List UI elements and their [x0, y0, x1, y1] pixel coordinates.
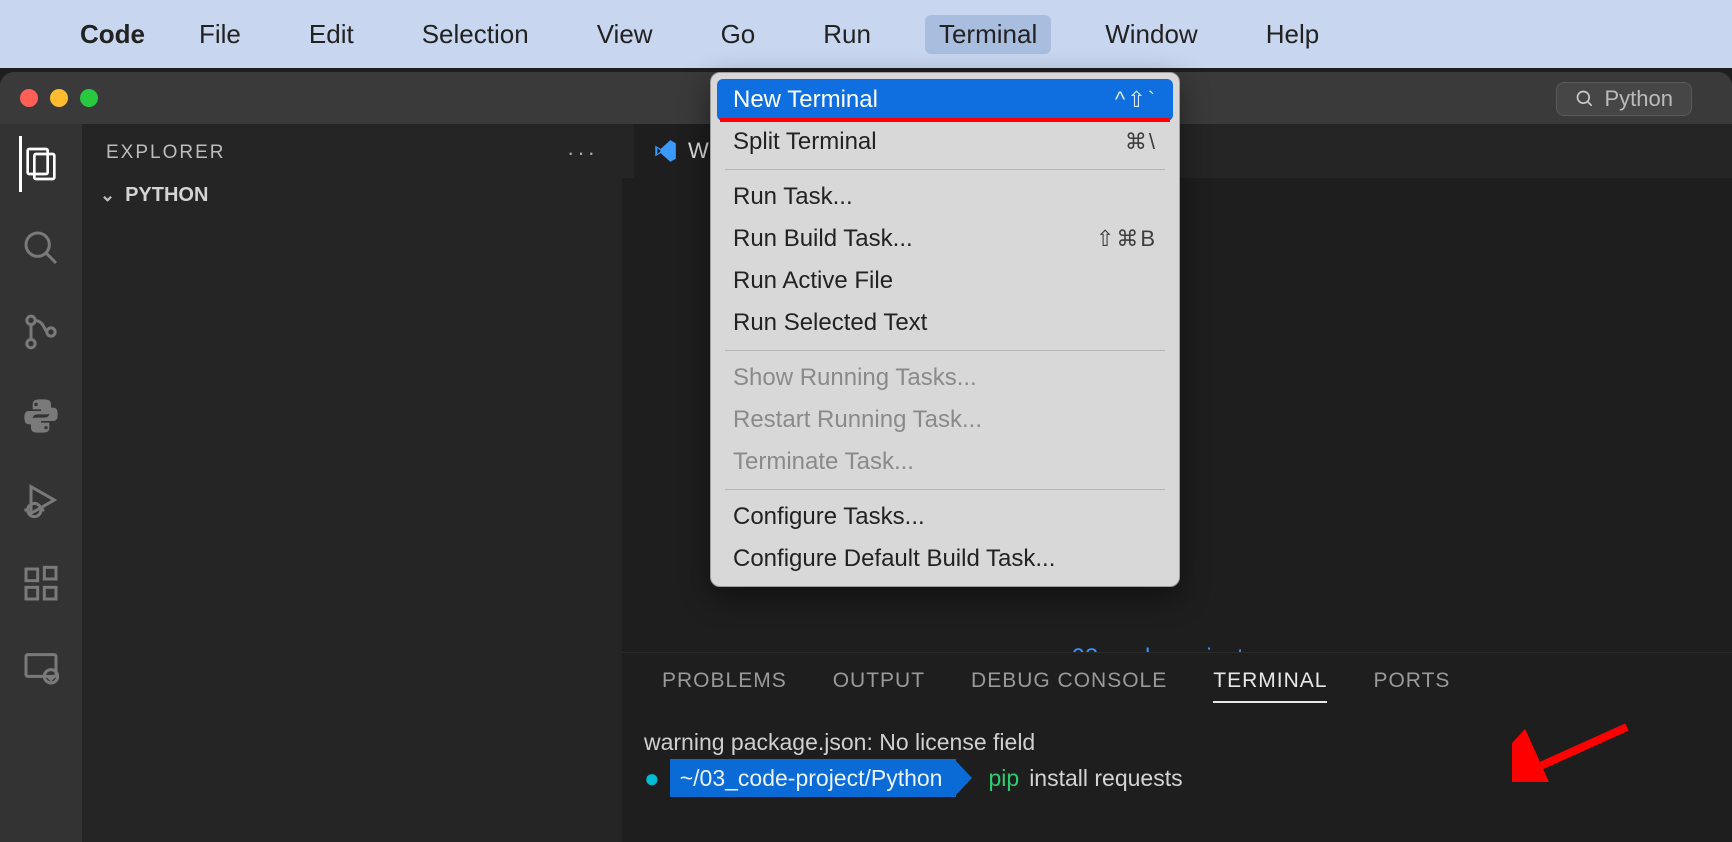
- search-placeholder-text: Python: [1605, 86, 1674, 112]
- menu-item-label: Run Build Task...: [733, 225, 913, 253]
- prompt-arrow-icon: [956, 761, 972, 795]
- menu-item-label: Configure Default Build Task...: [733, 545, 1055, 573]
- annotation-red-underline: [720, 118, 1170, 122]
- panel-tab-debug-console[interactable]: DEBUG CONSOLE: [971, 669, 1167, 703]
- prompt-path-segment: ~/03_code-project/Python: [670, 759, 957, 797]
- menu-edit[interactable]: Edit: [295, 15, 368, 54]
- panel-tab-row: PROBLEMS OUTPUT DEBUG CONSOLE TERMINAL P…: [622, 653, 1732, 703]
- macos-menubar: Code File Edit Selection View Go Run Ter…: [0, 0, 1732, 68]
- prompt-bullet-icon: ●: [644, 761, 660, 795]
- explorer-icon[interactable]: [19, 142, 63, 186]
- menu-item-label: Run Task...: [733, 183, 853, 211]
- menu-item-label: Run Selected Text: [733, 309, 927, 337]
- sidebar-title-label: EXPLORER: [106, 142, 225, 164]
- run-debug-icon[interactable]: [19, 478, 63, 522]
- source-control-icon[interactable]: [19, 310, 63, 354]
- menu-file[interactable]: File: [185, 15, 255, 54]
- traffic-lights: [20, 89, 98, 107]
- menu-item-shortcut: ⌘\: [1125, 129, 1157, 155]
- menu-item-label: Restart Running Task...: [733, 406, 982, 434]
- menu-go[interactable]: Go: [707, 15, 770, 54]
- panel-tab-problems[interactable]: PROBLEMS: [662, 669, 787, 703]
- menu-item-show-running-tasks: Show Running Tasks...: [711, 357, 1179, 399]
- menu-item-label: New Terminal: [733, 86, 878, 114]
- menu-item-split-terminal[interactable]: Split Terminal ⌘\: [711, 121, 1179, 163]
- extensions-icon[interactable]: [19, 562, 63, 606]
- menu-item-run-task[interactable]: Run Task...: [711, 176, 1179, 218]
- menu-item-shortcut: ^⇧`: [1115, 87, 1157, 113]
- menu-item-label: Configure Tasks...: [733, 503, 925, 531]
- menu-item-label: Terminate Task...: [733, 448, 914, 476]
- menu-item-label: Run Active File: [733, 267, 893, 295]
- menu-item-label: Show Running Tasks...: [733, 364, 977, 392]
- search-icon: [1575, 89, 1595, 109]
- menu-terminal[interactable]: Terminal: [925, 15, 1051, 54]
- menu-selection[interactable]: Selection: [408, 15, 543, 54]
- command-center-search[interactable]: Python: [1556, 82, 1693, 116]
- menu-view[interactable]: View: [583, 15, 667, 54]
- menu-item-run-active-file[interactable]: Run Active File: [711, 260, 1179, 302]
- menu-window[interactable]: Window: [1091, 15, 1211, 54]
- menu-item-label: Split Terminal: [733, 128, 877, 156]
- sidebar-more-icon[interactable]: ···: [567, 140, 598, 166]
- panel-tab-output[interactable]: OUTPUT: [833, 669, 925, 703]
- menu-item-configure-default-build-task[interactable]: Configure Default Build Task...: [711, 538, 1179, 580]
- tab-label: W: [688, 138, 709, 164]
- menu-item-configure-tasks[interactable]: Configure Tasks...: [711, 496, 1179, 538]
- python-env-icon[interactable]: [19, 394, 63, 438]
- folder-name: PYTHON: [125, 184, 208, 207]
- remote-explorer-icon[interactable]: [19, 646, 63, 690]
- close-window-button[interactable]: [20, 89, 38, 107]
- menu-help[interactable]: Help: [1252, 15, 1333, 54]
- terminal-cmd-pip: pip: [988, 761, 1019, 795]
- menu-item-terminate-task: Terminate Task...: [711, 441, 1179, 483]
- explorer-sidebar: EXPLORER ··· ⌄ PYTHON: [82, 124, 622, 842]
- menu-run[interactable]: Run: [809, 15, 885, 54]
- menu-item-run-build-task[interactable]: Run Build Task... ⇧⌘B: [711, 218, 1179, 260]
- folder-root-row[interactable]: ⌄ PYTHON: [82, 176, 622, 215]
- menu-item-shortcut: ⇧⌘B: [1096, 226, 1157, 252]
- terminal-dropdown-menu: New Terminal ^⇧` Split Terminal ⌘\ Run T…: [710, 72, 1180, 587]
- annotation-red-arrow: [1512, 722, 1632, 782]
- panel-tab-terminal[interactable]: TERMINAL: [1213, 669, 1327, 703]
- menu-separator: [725, 169, 1165, 170]
- maximize-window-button[interactable]: [80, 89, 98, 107]
- menu-item-restart-running-task: Restart Running Task...: [711, 399, 1179, 441]
- minimize-window-button[interactable]: [50, 89, 68, 107]
- menu-item-run-selected-text[interactable]: Run Selected Text: [711, 302, 1179, 344]
- menu-item-new-terminal[interactable]: New Terminal ^⇧`: [717, 79, 1173, 121]
- vscode-file-icon: [652, 138, 678, 164]
- terminal-cmd-args: install requests: [1029, 761, 1182, 795]
- activity-bar: [0, 124, 82, 842]
- chevron-down-icon: ⌄: [100, 185, 115, 206]
- menu-separator: [725, 489, 1165, 490]
- app-name[interactable]: Code: [80, 19, 145, 50]
- menu-separator: [725, 350, 1165, 351]
- search-activity-icon[interactable]: [19, 226, 63, 270]
- panel-tab-ports[interactable]: PORTS: [1373, 669, 1450, 703]
